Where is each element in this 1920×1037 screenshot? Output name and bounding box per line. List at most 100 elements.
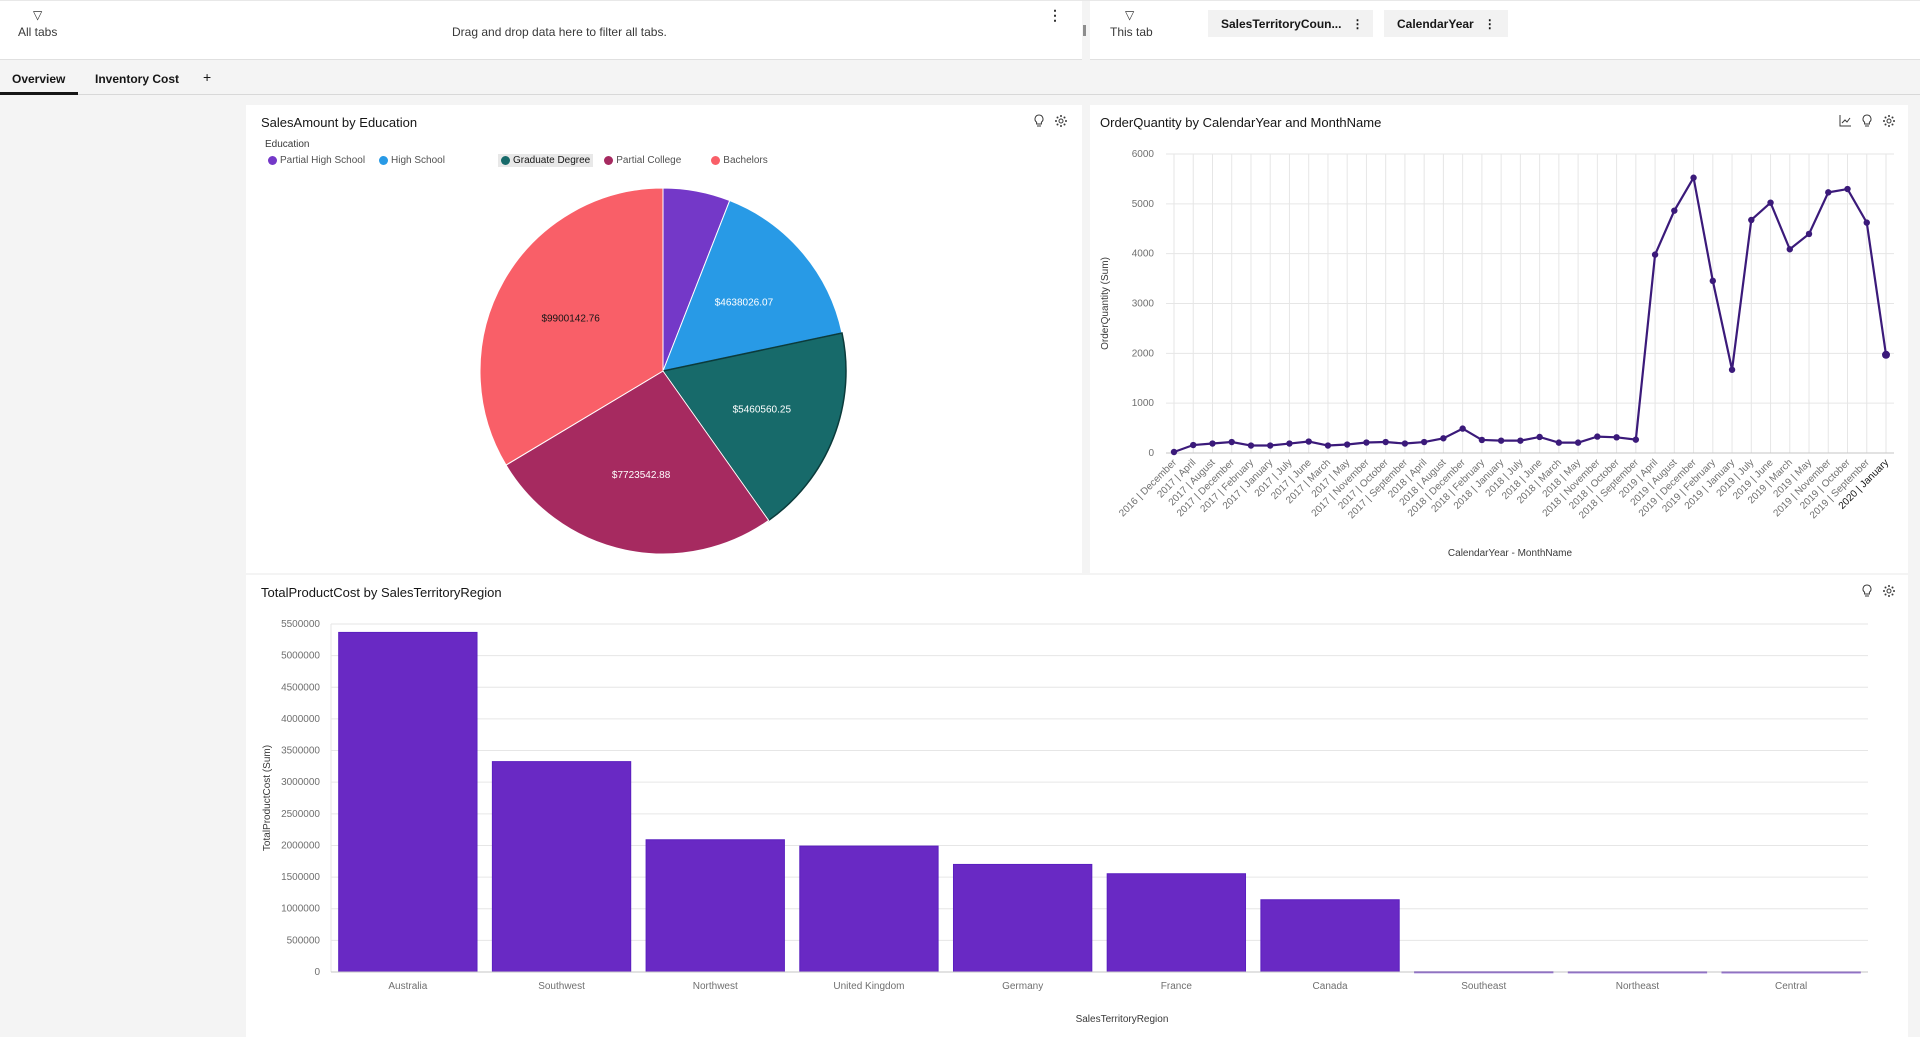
y-tick-label: 3000	[1132, 299, 1155, 310]
kebab-menu-icon[interactable]: ⋮	[1351, 17, 1363, 37]
tab-bar: Overview Inventory Cost +	[0, 61, 1920, 95]
tab-overview[interactable]: Overview	[0, 61, 78, 95]
data-point	[1709, 277, 1717, 285]
kebab-menu-icon[interactable]: ⋮	[1484, 17, 1496, 37]
chip-label: SalesTerritoryCoun...	[1221, 17, 1342, 31]
y-tick-label: 1000000	[281, 904, 320, 915]
x-tick-label: France	[1161, 981, 1193, 992]
legend-item-partial-high-school[interactable]: Partial High School	[265, 154, 368, 167]
y-tick-label: 2500000	[281, 809, 320, 820]
data-point	[1748, 216, 1755, 224]
pie-data-label: $7723542.88	[612, 470, 671, 481]
bar-france	[1106, 873, 1247, 973]
pie-data-label: $4638026.07	[715, 297, 774, 308]
line-chart-card[interactable]: OrderQuantity by CalendarYear and MonthN…	[1090, 105, 1908, 573]
line-chart: 01000200030004000500060002016 | December…	[1100, 149, 1894, 559]
pie-legend: Partial High School High School Graduate D…	[265, 154, 779, 167]
data-point	[1594, 433, 1601, 440]
y-tick-label: 2000000	[281, 840, 320, 851]
data-point	[1170, 448, 1178, 456]
legend-item-partial-college[interactable]: Partial College	[601, 154, 684, 167]
pie-data-label: $5460560.25	[733, 405, 792, 416]
y-tick-label: 4000	[1132, 249, 1155, 260]
filter-chip-calendaryear[interactable]: CalendarYear ⋮	[1384, 10, 1508, 37]
x-tick-label: Southwest	[538, 981, 585, 992]
data-point	[1574, 439, 1582, 446]
pie-slice-graduate-degree	[661, 332, 847, 522]
bar-australia	[338, 631, 478, 973]
add-tab-button[interactable]: +	[203, 61, 211, 95]
x-tick-label: United Kingdom	[833, 981, 904, 992]
y-tick-label: 3000000	[281, 777, 320, 788]
data-point	[1536, 433, 1543, 441]
data-point	[1305, 438, 1312, 445]
scrollbar[interactable]	[1908, 95, 1920, 1037]
data-point	[1420, 438, 1428, 446]
bar-northwest	[645, 839, 785, 973]
chip-label: CalendarYear	[1397, 17, 1474, 31]
legend-item-high-school[interactable]: High School	[376, 154, 448, 167]
data-point	[1786, 246, 1793, 253]
y-tick-label: 4500000	[281, 682, 320, 693]
ai-sparkle-icon[interactable]	[1054, 114, 1068, 131]
y-axis-title: TotalProductCost (Sum)	[262, 745, 273, 851]
x-tick-label: Southeast	[1461, 981, 1506, 992]
x-tick-label: Northwest	[693, 981, 738, 992]
data-point	[1459, 425, 1466, 432]
all-tabs-label: All tabs	[18, 25, 58, 39]
data-point	[1844, 185, 1851, 193]
pie-data-label: $9900142.76	[541, 314, 600, 325]
data-point	[1805, 230, 1813, 238]
y-tick-label: 2000	[1132, 348, 1155, 359]
data-point	[1825, 189, 1832, 196]
y-tick-label: 0	[314, 967, 320, 978]
this-tab-filter-dropzone[interactable]: ▽ This tab SalesTerritoryCoun... ⋮ Calen…	[1090, 1, 1920, 61]
bar-united-kingdom	[799, 845, 939, 973]
x-axis-title: CalendarYear - MonthName	[1448, 548, 1573, 559]
pie-slice-high-school	[662, 199, 843, 372]
tab-inventory-cost[interactable]: Inventory Cost	[95, 61, 179, 95]
x-tick-label: Canada	[1313, 981, 1348, 992]
data-point	[1267, 442, 1274, 449]
data-point	[1228, 438, 1235, 446]
x-axis-title: SalesTerritoryRegion	[1076, 1014, 1169, 1025]
y-axis-title: OrderQuantity (Sum)	[1100, 257, 1111, 350]
bar-southwest	[491, 761, 632, 973]
data-point	[1497, 437, 1505, 444]
legend-item-graduate-degree[interactable]: Graduate Degree	[497, 154, 594, 167]
data-point	[1440, 435, 1447, 442]
data-point	[1728, 366, 1736, 373]
legend-swatch	[711, 156, 721, 165]
lightbulb-icon[interactable]	[1033, 114, 1045, 131]
data-point	[1343, 441, 1351, 448]
data-point	[1613, 434, 1620, 441]
x-tick-label: Australia	[388, 981, 427, 992]
resize-handle[interactable]	[1083, 25, 1086, 36]
filter-bar: ▽ All tabs Drag and drop data here to fi…	[0, 0, 1920, 61]
filter-icon: ▽	[1125, 8, 1135, 22]
bar-chart: 0 500000 1000000 1500000 2000000 2500000 30000…	[262, 619, 1868, 1025]
bar-germany	[952, 863, 1093, 973]
this-tab-label: This tab	[1110, 25, 1153, 39]
bar-canada	[1260, 899, 1400, 973]
data-point	[1863, 219, 1870, 226]
kebab-menu-icon[interactable]: ⋮	[1048, 8, 1062, 22]
x-tick-label: Germany	[1002, 981, 1043, 992]
pie-chart-card[interactable]: SalesAmount by Education Education Parti…	[246, 105, 1082, 573]
pie-slice-partial-college	[505, 370, 770, 555]
data-point	[1767, 199, 1774, 206]
all-tabs-filter-dropzone[interactable]: ▽ All tabs Drag and drop data here to fi…	[0, 1, 1082, 61]
data-point	[1517, 437, 1524, 444]
filter-chip-salesterritorycountry[interactable]: SalesTerritoryCoun... ⋮	[1208, 10, 1373, 37]
filter-icon: ▽	[33, 8, 43, 22]
data-point	[1632, 436, 1640, 443]
data-point	[1286, 440, 1293, 447]
legend-item-bachelors[interactable]: Bachelors	[708, 154, 770, 167]
y-tick-label: 0	[1148, 448, 1154, 459]
y-tick-label: 5000000	[281, 651, 320, 662]
y-tick-label: 500000	[287, 935, 321, 946]
bar-chart-card[interactable]: TotalProductCost by SalesTerritoryRegion…	[246, 575, 1908, 1037]
data-point	[1382, 438, 1389, 446]
legend-label: Partial College	[616, 155, 682, 166]
y-tick-label: 5500000	[281, 619, 320, 630]
